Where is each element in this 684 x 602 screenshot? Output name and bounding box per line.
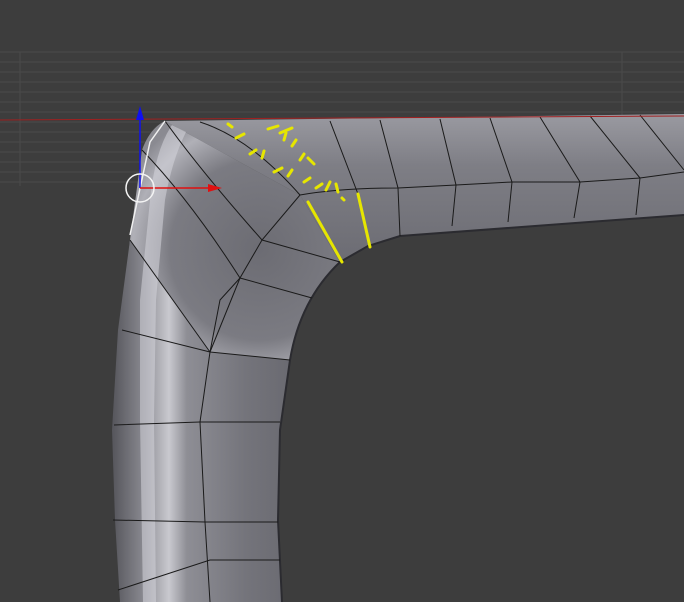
3d-viewport[interactable] <box>0 0 684 602</box>
loop-cut-mark-7 <box>282 131 288 142</box>
loop-cut-mark-16 <box>334 182 340 194</box>
z-axis-arrow-head[interactable] <box>136 106 144 120</box>
viewport-canvas[interactable] <box>0 0 684 602</box>
loop-cut-mark-17 <box>340 196 346 202</box>
loop-cut-mark-4 <box>260 149 266 160</box>
